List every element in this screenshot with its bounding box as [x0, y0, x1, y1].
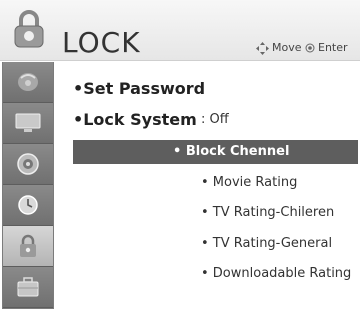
tv-screen-icon: [15, 113, 41, 132]
category-sidebar: [2, 62, 54, 309]
lock-menu-icon: [14, 10, 44, 48]
sidebar-item-audio[interactable]: [3, 144, 53, 185]
enter-hint: Enter: [305, 40, 348, 56]
tv-rating-general-item[interactable]: • TV Rating-General: [201, 236, 332, 251]
dpad-icon: [256, 41, 269, 55]
sidebar-item-time[interactable]: [3, 185, 53, 226]
ok-button-icon: [305, 43, 315, 53]
page-title: LOCK: [62, 26, 141, 59]
lock-system-value: : Off: [201, 112, 229, 127]
movie-rating-item[interactable]: • Movie Rating: [201, 175, 297, 190]
move-hint: Move: [256, 40, 302, 56]
enter-hint-label: Enter: [318, 41, 348, 54]
block-channel-item[interactable]: • Block Chennel: [173, 144, 289, 159]
downloadable-rating-item[interactable]: • Downloadable Rating: [201, 266, 351, 281]
speaker-icon: [17, 153, 39, 175]
sidebar-item-option[interactable]: [3, 267, 53, 308]
header-bar: LOCK Move Enter: [0, 0, 360, 61]
sidebar-item-satellite[interactable]: [3, 62, 53, 103]
sidebar-item-lock[interactable]: [3, 226, 53, 267]
lock-icon: [20, 234, 36, 257]
satellite-icon: [18, 73, 38, 91]
tv-rating-children-item[interactable]: • TV Rating-Chileren: [201, 205, 334, 220]
set-password-item[interactable]: •Set Password: [73, 79, 205, 98]
sidebar-item-picture[interactable]: [3, 103, 53, 144]
briefcase-icon: [17, 277, 39, 297]
move-hint-label: Move: [272, 41, 302, 54]
lock-system-item[interactable]: •Lock System: [73, 110, 197, 129]
clock-icon: [18, 195, 38, 215]
